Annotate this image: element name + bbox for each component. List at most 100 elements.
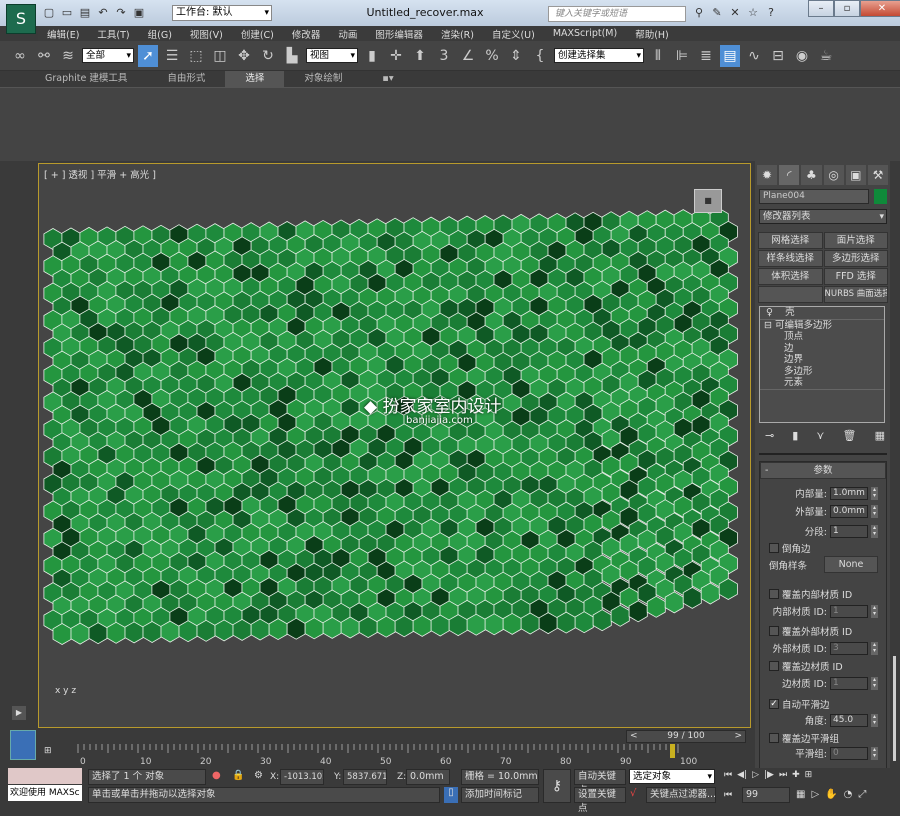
rollout-header[interactable]: - 参数 <box>760 462 886 479</box>
expand-track-icon[interactable]: ▶ <box>12 706 26 720</box>
unlink-icon[interactable]: ⚯ <box>34 45 54 67</box>
scrollbar-thumb[interactable] <box>893 656 896 761</box>
spinner-icon[interactable]: ▴ ▾ <box>871 713 878 727</box>
select-object-icon[interactable]: ➚ <box>138 44 158 67</box>
percent-snap-icon[interactable]: % <box>482 45 502 67</box>
menu-modifiers[interactable]: 修改器 <box>283 27 330 41</box>
poly-select-button[interactable]: 多边形选择 <box>823 250 888 267</box>
redo-icon[interactable]: ↷ <box>114 6 128 20</box>
mirror-icon[interactable]: ⫴ <box>648 45 668 67</box>
spinner-icon[interactable]: ▴ ▾ <box>871 604 878 618</box>
mesh-select-button[interactable]: 网格选择 <box>758 232 823 249</box>
edit-named-selection-icon[interactable]: { <box>530 45 550 67</box>
viewport-label[interactable]: [ + ] 透视 ] 平滑 + 高光 ] <box>44 167 156 181</box>
stack-item-shell[interactable]: ♀ 壳 <box>760 307 884 320</box>
help-icon[interactable]: ? <box>764 6 778 20</box>
snap-toggle-icon[interactable]: 3 <box>434 45 454 67</box>
ribbon-options-icon[interactable]: ▪▾ <box>362 71 413 87</box>
maximize-viewport-icon[interactable]: ⤢ <box>858 789 866 800</box>
set-key-icon[interactable]: ⚷ <box>543 769 571 803</box>
go-to-end-icon[interactable]: ⏭ <box>779 770 787 780</box>
viewcube[interactable]: ■ <box>694 189 722 213</box>
spinner-icon[interactable]: ▴ ▾ <box>871 641 878 655</box>
menu-create[interactable]: 创建(C) <box>232 27 283 41</box>
stack-sub-polygon[interactable]: 多边形 <box>760 366 884 378</box>
stack-sub-element[interactable]: 元素 <box>760 377 884 390</box>
inner-id-input[interactable]: 1 <box>830 604 868 618</box>
override-inner-id-checkbox[interactable] <box>769 589 779 599</box>
undo-icon[interactable]: ↶ <box>96 6 110 20</box>
menu-rendering[interactable]: 渲染(R) <box>432 27 483 41</box>
x-coordinate-field[interactable]: -1013.102r <box>280 769 324 785</box>
object-name-field[interactable]: Plane004 <box>759 189 869 204</box>
mini-listener-toggle[interactable] <box>10 730 36 760</box>
stack-sub-vertex[interactable]: 顶点 <box>760 331 884 343</box>
named-selection-dropdown[interactable]: 创建选择集 <box>554 48 644 63</box>
lightbulb-icon[interactable]: ♀ <box>766 307 773 318</box>
absolute-mode-icon[interactable]: ⚙ <box>254 770 263 781</box>
spinner-icon[interactable]: ▴ ▾ <box>871 486 878 500</box>
maxscript-listener-pink[interactable] <box>8 768 82 784</box>
pan-hand-icon[interactable]: ✋ <box>825 789 837 800</box>
save-icon[interactable]: ▤ <box>78 6 92 20</box>
modifier-list-dropdown[interactable]: 修改器列表 <box>759 209 887 224</box>
previous-frame-icon[interactable]: ◀| <box>737 770 747 780</box>
next-frame-icon[interactable]: |▶ <box>764 770 774 780</box>
command-panel-scrollbar[interactable] <box>890 161 900 768</box>
render-setup-icon[interactable]: ☕ <box>816 45 836 67</box>
track-bar-icon[interactable]: ⊞ <box>44 746 52 756</box>
show-end-result-icon[interactable]: ▮ <box>792 429 798 442</box>
time-config-icon[interactable]: ▦ <box>796 789 805 800</box>
graphite-toggle-icon[interactable]: ▤ <box>720 44 740 67</box>
motion-tab-icon[interactable]: ◎ <box>823 165 844 185</box>
app-logo-icon[interactable]: S <box>6 4 36 34</box>
tab-freeform[interactable]: 自由形式 <box>147 71 225 87</box>
orbit-subobject-icon[interactable]: ◔ <box>844 789 853 800</box>
curve-editor-icon[interactable]: ∿ <box>744 45 764 67</box>
track-bar[interactable]: 0 10 20 30 40 50 60 70 80 90 100 <box>76 744 706 768</box>
menu-customize[interactable]: 自定义(U) <box>483 27 544 41</box>
auto-smooth-checkbox[interactable]: ✓ <box>769 699 779 709</box>
z-coordinate-field[interactable]: 0.0mm <box>406 769 450 785</box>
go-to-start-icon[interactable]: ⏮ <box>724 770 732 780</box>
override-edge-id-checkbox[interactable] <box>769 661 779 671</box>
rotate-icon[interactable]: ↻ <box>258 45 278 67</box>
layer-manager-icon[interactable]: ≣ <box>696 45 716 67</box>
outer-id-input[interactable]: 3 <box>830 641 868 655</box>
spinner-icon[interactable]: ▴ ▾ <box>871 504 878 518</box>
override-outer-id-checkbox[interactable] <box>769 626 779 636</box>
wrench-icon[interactable]: ✎ <box>710 6 724 20</box>
tab-object-paint[interactable]: 对象绘制 <box>284 71 362 87</box>
play-icon[interactable]: ▷ <box>752 770 759 780</box>
bevel-spline-button[interactable]: None <box>824 556 878 573</box>
binoculars-icon[interactable]: ⚲ <box>692 6 706 20</box>
configure-modifier-sets-icon[interactable]: ▦ <box>875 429 885 442</box>
favorites-star-icon[interactable]: ☆ <box>746 6 760 20</box>
open-file-icon[interactable]: ▭ <box>60 6 74 20</box>
reference-coordinate-dropdown[interactable]: 视图 <box>306 48 358 63</box>
project-folder-icon[interactable]: ▣ <box>132 6 146 20</box>
menu-maxscript[interactable]: MAXScript(M) <box>544 28 626 39</box>
menu-group[interactable]: 组(G) <box>139 27 181 41</box>
menu-views[interactable]: 视图(V) <box>181 27 232 41</box>
move-icon[interactable]: ✥ <box>234 45 254 67</box>
spinner-icon[interactable]: ▴ ▾ <box>871 676 878 690</box>
isolate-selection-icon[interactable]: ● <box>212 770 221 781</box>
maxscript-listener-white[interactable]: 欢迎使用 MAXSc <box>8 785 82 801</box>
set-key-button[interactable]: 设置关键点 <box>574 787 626 814</box>
tab-graphite-modeling[interactable]: Graphite 建模工具 <box>25 71 147 87</box>
spinner-icon[interactable]: ▴ ▾ <box>871 524 878 538</box>
hierarchy-tab-icon[interactable]: ♣ <box>801 165 822 185</box>
perspective-viewport[interactable]: [ + ] 透视 ] 平滑 + 高光 ] ■ ◆ 扮家家室内设计 banjiaj… <box>38 163 751 728</box>
create-tab-icon[interactable]: ✹ <box>757 165 778 185</box>
stack-sub-edge[interactable]: 边 <box>760 343 884 355</box>
current-frame-marker[interactable] <box>670 744 675 758</box>
nurbs-surface-select-button[interactable]: NURBS 曲面选择 <box>823 286 888 303</box>
pivot-center-icon[interactable]: ▮ <box>362 45 382 67</box>
bevel-edges-checkbox[interactable] <box>769 543 779 553</box>
remove-modifier-icon[interactable]: 🗑 <box>843 429 857 442</box>
ffd-select-button[interactable]: FFD 选择 <box>823 268 888 285</box>
workspace-dropdown[interactable]: 工作台: 默认 <box>172 5 272 21</box>
object-color-swatch[interactable] <box>874 189 887 204</box>
patch-select-button[interactable]: 面片选择 <box>823 232 888 249</box>
